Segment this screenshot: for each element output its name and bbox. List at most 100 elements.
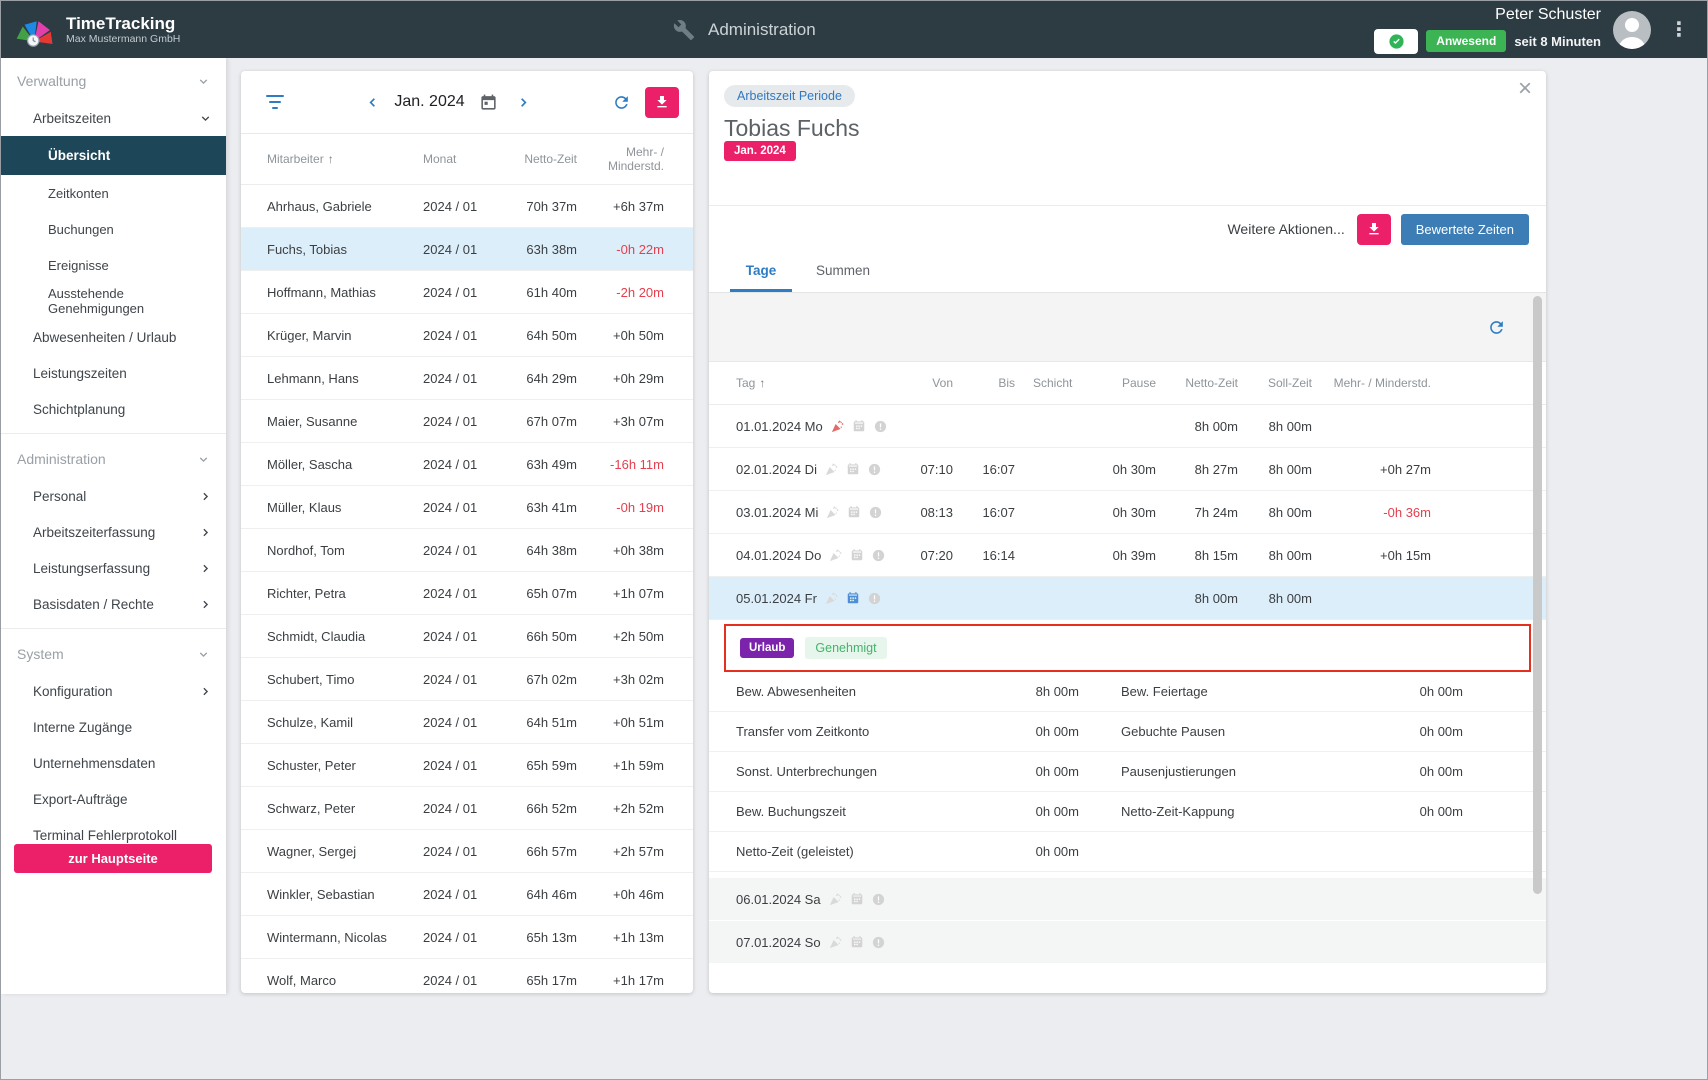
employee-row[interactable]: Schubert, Timo 2024 / 01 67h 02m +3h 02m xyxy=(241,658,693,701)
close-icon[interactable]: × xyxy=(1518,77,1532,101)
employee-row[interactable]: Nordhof, Tom 2024 / 01 64h 38m +0h 38m xyxy=(241,529,693,572)
employee-list: Ahrhaus, Gabriele 2024 / 01 70h 37m +6h … xyxy=(241,185,693,993)
chevron-right-icon xyxy=(199,562,212,575)
employee-row[interactable]: Schuster, Peter 2024 / 01 65h 59m +1h 59… xyxy=(241,744,693,787)
employee-row[interactable]: Lehmann, Hans 2024 / 01 64h 29m +0h 29m xyxy=(241,357,693,400)
employee-diff: -0h 19m xyxy=(577,500,664,515)
employee-row[interactable]: Ahrhaus, Gabriele 2024 / 01 70h 37m +6h … xyxy=(241,185,693,228)
tab-tage[interactable]: Tage xyxy=(730,252,792,292)
alert-icon xyxy=(871,892,886,907)
employee-row[interactable]: Wintermann, Nicolas 2024 / 01 65h 13m +1… xyxy=(241,916,693,959)
absence-status-chip: Genehmigt xyxy=(805,637,886,659)
sidebar-item-leistungszeiten[interactable]: Leistungszeiten xyxy=(1,355,226,391)
sort-header-mitarbeiter[interactable]: Mitarbeiter↑ xyxy=(267,152,423,166)
employee-row[interactable]: Schmidt, Claudia 2024 / 01 66h 50m +2h 5… xyxy=(241,615,693,658)
bewertete-zeiten-button[interactable]: Bewertete Zeiten xyxy=(1401,214,1529,245)
sort-header-tag[interactable]: Tag↑ xyxy=(736,376,906,390)
tab-summen[interactable]: Summen xyxy=(812,252,874,292)
sidebar-item-arbeitszeiten[interactable]: Arbeitszeiten xyxy=(1,100,226,136)
sidebar-item-buchungen[interactable]: Buchungen xyxy=(1,211,226,247)
scrollbar-thumb[interactable] xyxy=(1533,296,1542,894)
sidebar-item-interne-zugaenge[interactable]: Interne Zugänge xyxy=(1,709,226,745)
col-pause: Pause xyxy=(1100,376,1156,390)
prev-month-icon[interactable] xyxy=(361,91,384,114)
employee-row[interactable]: Fuchs, Tobias 2024 / 01 63h 38m -0h 22m xyxy=(241,228,693,271)
sidebar-item-personal[interactable]: Personal xyxy=(1,478,226,514)
refresh-icon[interactable] xyxy=(608,89,635,116)
sidebar-item-zeitkonten[interactable]: Zeitkonten xyxy=(1,175,226,211)
sidebar-item-uebersicht[interactable]: Übersicht xyxy=(1,136,226,175)
employee-net-time: 66h 52m xyxy=(507,801,577,816)
employee-name: Ahrhaus, Gabriele xyxy=(267,199,423,214)
chevron-down-icon xyxy=(197,453,210,466)
more-actions-trigger[interactable]: Weitere Aktionen... xyxy=(1227,221,1344,237)
employee-row[interactable]: Hoffmann, Mathias 2024 / 01 61h 40m -2h … xyxy=(241,271,693,314)
day-row[interactable]: 06.01.2024 Sa xyxy=(709,878,1546,921)
filter-icon[interactable] xyxy=(262,91,288,113)
employee-month: 2024 / 01 xyxy=(423,973,507,988)
alert-icon xyxy=(867,591,882,606)
home-button[interactable]: zur Hauptseite xyxy=(14,844,212,873)
calendar-picker-icon[interactable] xyxy=(475,89,502,116)
sidebar-section-administration[interactable]: Administration xyxy=(1,440,226,478)
party-popper-icon xyxy=(824,462,839,477)
sidebar-item-ausstehende-genehmigungen[interactable]: Ausstehende Genehmigungen xyxy=(1,283,226,319)
day-row[interactable]: 07.01.2024 So xyxy=(709,921,1546,964)
presence-check-button[interactable] xyxy=(1374,29,1418,54)
employee-diff: +2h 50m xyxy=(577,629,664,644)
employee-net-time: 61h 40m xyxy=(507,285,577,300)
detail-row: Sonst. Unterbrechungen 0h 00m Pausenjust… xyxy=(709,752,1546,792)
employee-row[interactable]: Müller, Klaus 2024 / 01 63h 41m -0h 19m xyxy=(241,486,693,529)
employee-row[interactable]: Wagner, Sergej 2024 / 01 66h 57m +2h 57m xyxy=(241,830,693,873)
sidebar-item-konfiguration[interactable]: Konfiguration xyxy=(1,673,226,709)
employee-row[interactable]: Schulze, Kamil 2024 / 01 64h 51m +0h 51m xyxy=(241,701,693,744)
sidebar-item-basisdaten-rechte[interactable]: Basisdaten / Rechte xyxy=(1,586,226,622)
sidebar-item-export-auftraege[interactable]: Export-Aufträge xyxy=(1,781,226,817)
employee-name: Nordhof, Tom xyxy=(267,543,423,558)
day-von: 07:20 xyxy=(906,548,953,563)
divider xyxy=(1,628,226,629)
detail-value: 0h 00m xyxy=(986,804,1079,819)
employee-row[interactable]: Krüger, Marvin 2024 / 01 64h 50m +0h 50m xyxy=(241,314,693,357)
employee-net-time: 64h 51m xyxy=(507,715,577,730)
calendar-icon xyxy=(846,591,860,605)
employee-row[interactable]: Möller, Sascha 2024 / 01 63h 49m -16h 11… xyxy=(241,443,693,486)
sidebar-item-leistungserfassung[interactable]: Leistungserfassung xyxy=(1,550,226,586)
status-badge: Anwesend xyxy=(1426,30,1506,52)
employee-name: Möller, Sascha xyxy=(267,457,423,472)
day-row[interactable]: 01.01.2024 Mo 8h 00m 8h 00m xyxy=(709,405,1546,448)
day-von: 07:10 xyxy=(906,462,953,477)
employee-name: Schulze, Kamil xyxy=(267,715,423,730)
kebab-menu-icon[interactable]: ⋮ xyxy=(1663,17,1695,42)
sidebar-item-arbeitszeiterfassung[interactable]: Arbeitszeiterfassung xyxy=(1,514,226,550)
sidebar-item-unternehmensdaten[interactable]: Unternehmensdaten xyxy=(1,745,226,781)
sidebar-item-ereignisse[interactable]: Ereignisse xyxy=(1,247,226,283)
app-logo-icon xyxy=(14,12,56,48)
day-row[interactable]: 05.01.2024 Fr 8h 00m 8h 00m xyxy=(709,577,1546,620)
avatar[interactable] xyxy=(1613,11,1651,49)
employee-row[interactable]: Schwarz, Peter 2024 / 01 66h 52m +2h 52m xyxy=(241,787,693,830)
employee-name: Wintermann, Nicolas xyxy=(267,930,423,945)
topbar-section[interactable]: Administration xyxy=(673,19,816,41)
tabs: Tage Summen xyxy=(709,252,1546,293)
employee-row[interactable]: Wolf, Marco 2024 / 01 65h 17m +1h 17m xyxy=(241,959,693,993)
absence-highlight-row[interactable]: Urlaub Genehmigt xyxy=(724,624,1531,672)
app-brand[interactable]: TimeTracking Max Mustermann GmbH xyxy=(1,12,180,48)
day-von: 08:13 xyxy=(906,505,953,520)
download-button[interactable] xyxy=(645,87,679,118)
download-button[interactable] xyxy=(1357,214,1391,245)
sidebar-item-schichtplanung[interactable]: Schichtplanung xyxy=(1,391,226,427)
day-row[interactable]: 04.01.2024 Do 07:20 16:14 0h 39m 8h 15m xyxy=(709,534,1546,577)
sidebar-item-abwesenheiten-urlaub[interactable]: Abwesenheiten / Urlaub xyxy=(1,319,226,355)
employee-row[interactable]: Winkler, Sebastian 2024 / 01 64h 46m +0h… xyxy=(241,873,693,916)
employee-net-time: 63h 38m xyxy=(507,242,577,257)
day-row[interactable]: 03.01.2024 Mi 08:13 16:07 0h 30m 7h 24m xyxy=(709,491,1546,534)
detail-value: 0h 00m xyxy=(1379,804,1463,819)
employee-row[interactable]: Richter, Petra 2024 / 01 65h 07m +1h 07m xyxy=(241,572,693,615)
day-row[interactable]: 02.01.2024 Di 07:10 16:07 0h 30m 8h 27m xyxy=(709,448,1546,491)
refresh-icon[interactable] xyxy=(1483,314,1510,341)
employee-row[interactable]: Maier, Susanne 2024 / 01 67h 07m +3h 07m xyxy=(241,400,693,443)
next-month-icon[interactable] xyxy=(512,91,535,114)
sidebar-section-system[interactable]: System xyxy=(1,635,226,673)
sidebar-section-verwaltung[interactable]: Verwaltung xyxy=(1,62,226,100)
